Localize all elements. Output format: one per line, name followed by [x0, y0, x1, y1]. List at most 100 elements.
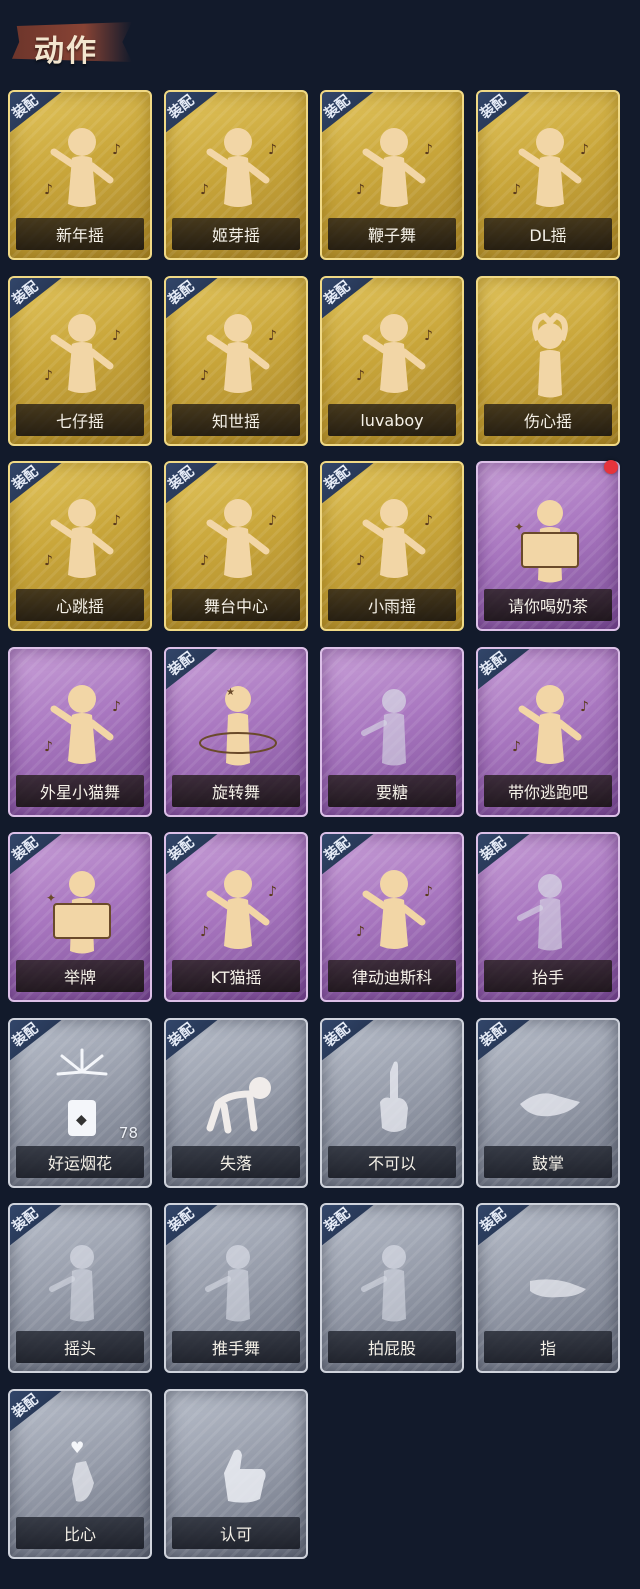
- emote-label: 好运烟花: [47, 1154, 112, 1173]
- emote-card[interactable]: 装配 ♪ ♪ KT猫摇: [164, 832, 308, 1002]
- emote-label: 伤心摇: [523, 412, 572, 431]
- emote-card[interactable]: 伤心摇: [476, 276, 620, 446]
- emote-label-bar: 要糖: [328, 775, 456, 807]
- emote-card[interactable]: 装配 ♥ 比心: [8, 1389, 152, 1559]
- emote-card[interactable]: 装配 ♪ ♪ 舞台中心: [164, 461, 308, 631]
- emote-card[interactable]: 装配 不可以: [320, 1018, 464, 1188]
- svg-text:♪: ♪: [580, 142, 589, 158]
- emote-label-bar: 外星小猫舞: [16, 775, 144, 807]
- emote-label: 比心: [63, 1525, 96, 1544]
- svg-text:♪: ♪: [44, 553, 53, 569]
- emote-card[interactable]: 装配 ♪ ♪ 小雨摇: [320, 461, 464, 631]
- emote-card[interactable]: 装配 ♪ ♪ 知世摇: [164, 276, 308, 446]
- emote-label-bar: 举牌: [16, 960, 144, 992]
- svg-text:♪: ♪: [268, 884, 277, 900]
- svg-text:♪: ♪: [200, 368, 209, 384]
- emote-label: DL摇: [529, 226, 567, 245]
- dance-figure-icon: ♪ ♪: [32, 300, 132, 410]
- dance-figure-icon: ♪ ♪: [188, 856, 288, 966]
- emote-card[interactable]: 装配 鼓掌: [476, 1018, 620, 1188]
- emote-card[interactable]: ✦ 请你喝奶茶: [476, 461, 620, 631]
- svg-text:♪: ♪: [424, 884, 433, 900]
- emote-card[interactable]: 装配 ♪ ♪ DL摇: [476, 90, 620, 260]
- ghost-figure-icon: [188, 1227, 288, 1337]
- finger-wag-icon: [344, 1042, 444, 1152]
- heart-hands-figure-icon: [500, 300, 600, 410]
- emote-card[interactable]: 装配 失落: [164, 1018, 308, 1188]
- firework-icon: ◆: [32, 1042, 132, 1152]
- emote-card[interactable]: 装配 推手舞: [164, 1203, 308, 1373]
- dance-figure-icon: ♪ ♪: [32, 671, 132, 781]
- emote-card[interactable]: 装配 ♪ ♪ 带你逃跑吧: [476, 647, 620, 817]
- svg-text:♪: ♪: [356, 553, 365, 569]
- emote-card[interactable]: 装配 ♪ ♪ 七仔摇: [8, 276, 152, 446]
- emote-card[interactable]: 装配 ✦ 举牌: [8, 832, 152, 1002]
- sign-figure-icon: ✦: [500, 485, 600, 595]
- dance-figure-icon: ♪ ♪: [344, 114, 444, 224]
- emote-card[interactable]: 装配 拍屁股: [320, 1203, 464, 1373]
- svg-text:★: ★: [226, 687, 235, 698]
- emote-label: 律动迪斯科: [351, 968, 432, 987]
- emote-label-bar: 新年摇: [16, 218, 144, 250]
- svg-text:♪: ♪: [44, 182, 53, 198]
- emote-label-bar: 比心: [16, 1517, 144, 1549]
- emote-card[interactable]: 装配 ♪ ♪ luvaboy: [320, 276, 464, 446]
- svg-text:♪: ♪: [268, 142, 277, 158]
- emote-card[interactable]: 装配 ★ 旋转舞: [164, 647, 308, 817]
- emote-card[interactable]: 要糖: [320, 647, 464, 817]
- emote-label: 要糖: [375, 783, 408, 802]
- item-count: 78: [118, 1124, 138, 1142]
- emote-label: 摇头: [63, 1339, 96, 1358]
- svg-text:♥: ♥: [70, 1438, 84, 1457]
- emote-label: 鼓掌: [531, 1154, 564, 1173]
- emote-label-bar: 伤心摇: [484, 404, 612, 436]
- dance-figure-icon: ♪ ♪: [500, 114, 600, 224]
- emote-card[interactable]: 装配 ♪ ♪ 鞭子舞: [320, 90, 464, 260]
- dance-figure-icon: ♪ ♪: [344, 856, 444, 966]
- clap-hands-icon: [500, 1042, 600, 1152]
- emote-card[interactable]: 装配 ♪ ♪ 律动迪斯科: [320, 832, 464, 1002]
- emote-label: 抬手: [531, 968, 564, 987]
- emote-label: 举牌: [63, 968, 96, 987]
- dance-figure-icon: ♪ ♪: [188, 485, 288, 595]
- emote-card[interactable]: 装配 ◆ 78 好运烟花: [8, 1018, 152, 1188]
- emote-label-bar: 小雨摇: [328, 589, 456, 621]
- svg-text:♪: ♪: [356, 924, 365, 940]
- emote-card[interactable]: 认可: [164, 1389, 308, 1559]
- emote-label-bar: 律动迪斯科: [328, 960, 456, 992]
- emote-card[interactable]: 装配 抬手: [476, 832, 620, 1002]
- emote-card[interactable]: 装配 摇头: [8, 1203, 152, 1373]
- thumbs-up-icon: [188, 1413, 288, 1523]
- svg-text:♪: ♪: [512, 182, 521, 198]
- emote-label: 推手舞: [211, 1339, 260, 1358]
- emote-grid: 装配 ♪ ♪ 新年摇 装配 ♪ ♪ 姬芽摇 装配 ♪ ♪ 鞭子舞 装配 ♪ ♪ DL摇 装配 ♪ ♪ 七仔摇 装配 ♪ ♪ 知…: [0, 0, 640, 1589]
- svg-text:◆: ◆: [76, 1112, 87, 1128]
- emote-label: 失落: [219, 1154, 252, 1173]
- emote-label: 不可以: [367, 1154, 416, 1173]
- emote-card[interactable]: 装配 ♪ ♪ 新年摇: [8, 90, 152, 260]
- emote-label: 心跳摇: [55, 597, 104, 616]
- emote-card[interactable]: ♪ ♪ 外星小猫舞: [8, 647, 152, 817]
- emote-label-bar: 指: [484, 1331, 612, 1363]
- emote-card[interactable]: 装配指: [476, 1203, 620, 1373]
- emote-label: 姬芽摇: [211, 226, 260, 245]
- emote-label: 七仔摇: [55, 412, 104, 431]
- emote-card[interactable]: 装配 ♪ ♪ 心跳摇: [8, 461, 152, 631]
- emote-label-bar: 拍屁股: [328, 1331, 456, 1363]
- svg-text:♪: ♪: [112, 513, 121, 529]
- svg-text:♪: ♪: [424, 513, 433, 529]
- ghost-figure-icon: [344, 671, 444, 781]
- emote-label-bar: luvaboy: [328, 404, 456, 436]
- emote-label-bar: 带你逃跑吧: [484, 775, 612, 807]
- emote-label-bar: KT猫摇: [172, 960, 300, 992]
- dance-figure-icon: ♪ ♪: [500, 671, 600, 781]
- dance-figure-icon: ♪ ♪: [344, 300, 444, 410]
- point-hand-icon: [500, 1227, 600, 1337]
- emote-card[interactable]: 装配 ♪ ♪ 姬芽摇: [164, 90, 308, 260]
- svg-text:✦: ✦: [514, 520, 524, 534]
- emote-label-bar: 舞台中心: [172, 589, 300, 621]
- svg-text:♪: ♪: [424, 328, 433, 344]
- ghost-figure-icon: [344, 1227, 444, 1337]
- emote-label-bar: 认可: [172, 1517, 300, 1549]
- emote-label: 旋转舞: [211, 783, 260, 802]
